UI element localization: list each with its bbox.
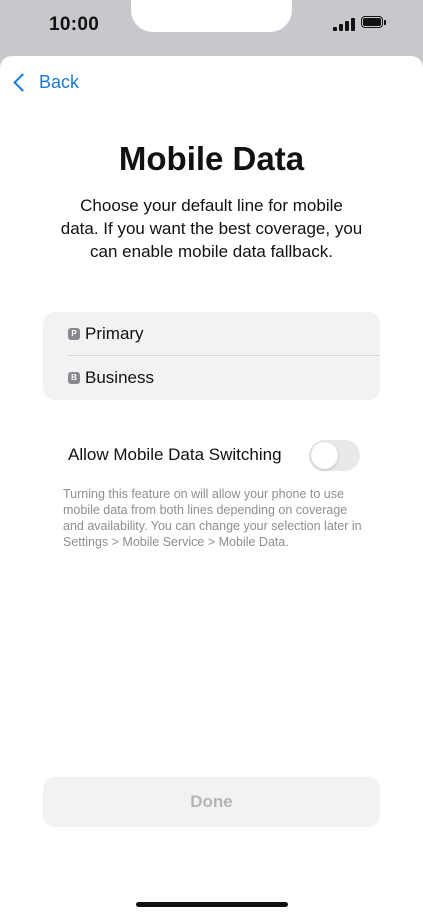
line-list: P Primary B Business — [43, 312, 380, 400]
chevron-left-icon — [13, 73, 32, 92]
signal-icon — [333, 18, 355, 31]
line-label-primary: Primary — [85, 324, 144, 343]
line-item-business[interactable]: B Business — [43, 356, 380, 400]
page-subtitle: Choose your default line for mobile data… — [60, 196, 363, 261]
notch — [131, 0, 292, 32]
mobile-data-switching-label: Allow Mobile Data Switching — [68, 445, 282, 464]
page-title: Mobile Data — [118, 140, 305, 177]
screen: Back Mobile Data Choose your default lin… — [0, 56, 423, 915]
battery-icon — [361, 16, 387, 30]
toggle-knob — [311, 442, 338, 469]
mobile-data-switching-toggle[interactable] — [309, 440, 360, 471]
status-time: 10:00 — [49, 14, 100, 35]
line-badge-business-icon: B — [68, 372, 80, 384]
status-bar: 10:00 — [0, 0, 423, 56]
line-badge-primary-icon: P — [68, 328, 80, 340]
mobile-data-switching-row: Allow Mobile Data Switching — [68, 438, 360, 472]
done-button[interactable]: Done — [43, 777, 380, 827]
back-label: Back — [39, 72, 80, 92]
line-item-primary[interactable]: P Primary — [43, 312, 380, 356]
home-indicator — [136, 902, 288, 907]
back-button[interactable]: Back — [12, 72, 79, 93]
line-label-business: Business — [85, 368, 154, 387]
switching-footnote: Turning this feature on will allow your … — [63, 487, 362, 549]
phone-frame: 10:00 Back Mobile Data Choose your defau… — [0, 0, 423, 915]
